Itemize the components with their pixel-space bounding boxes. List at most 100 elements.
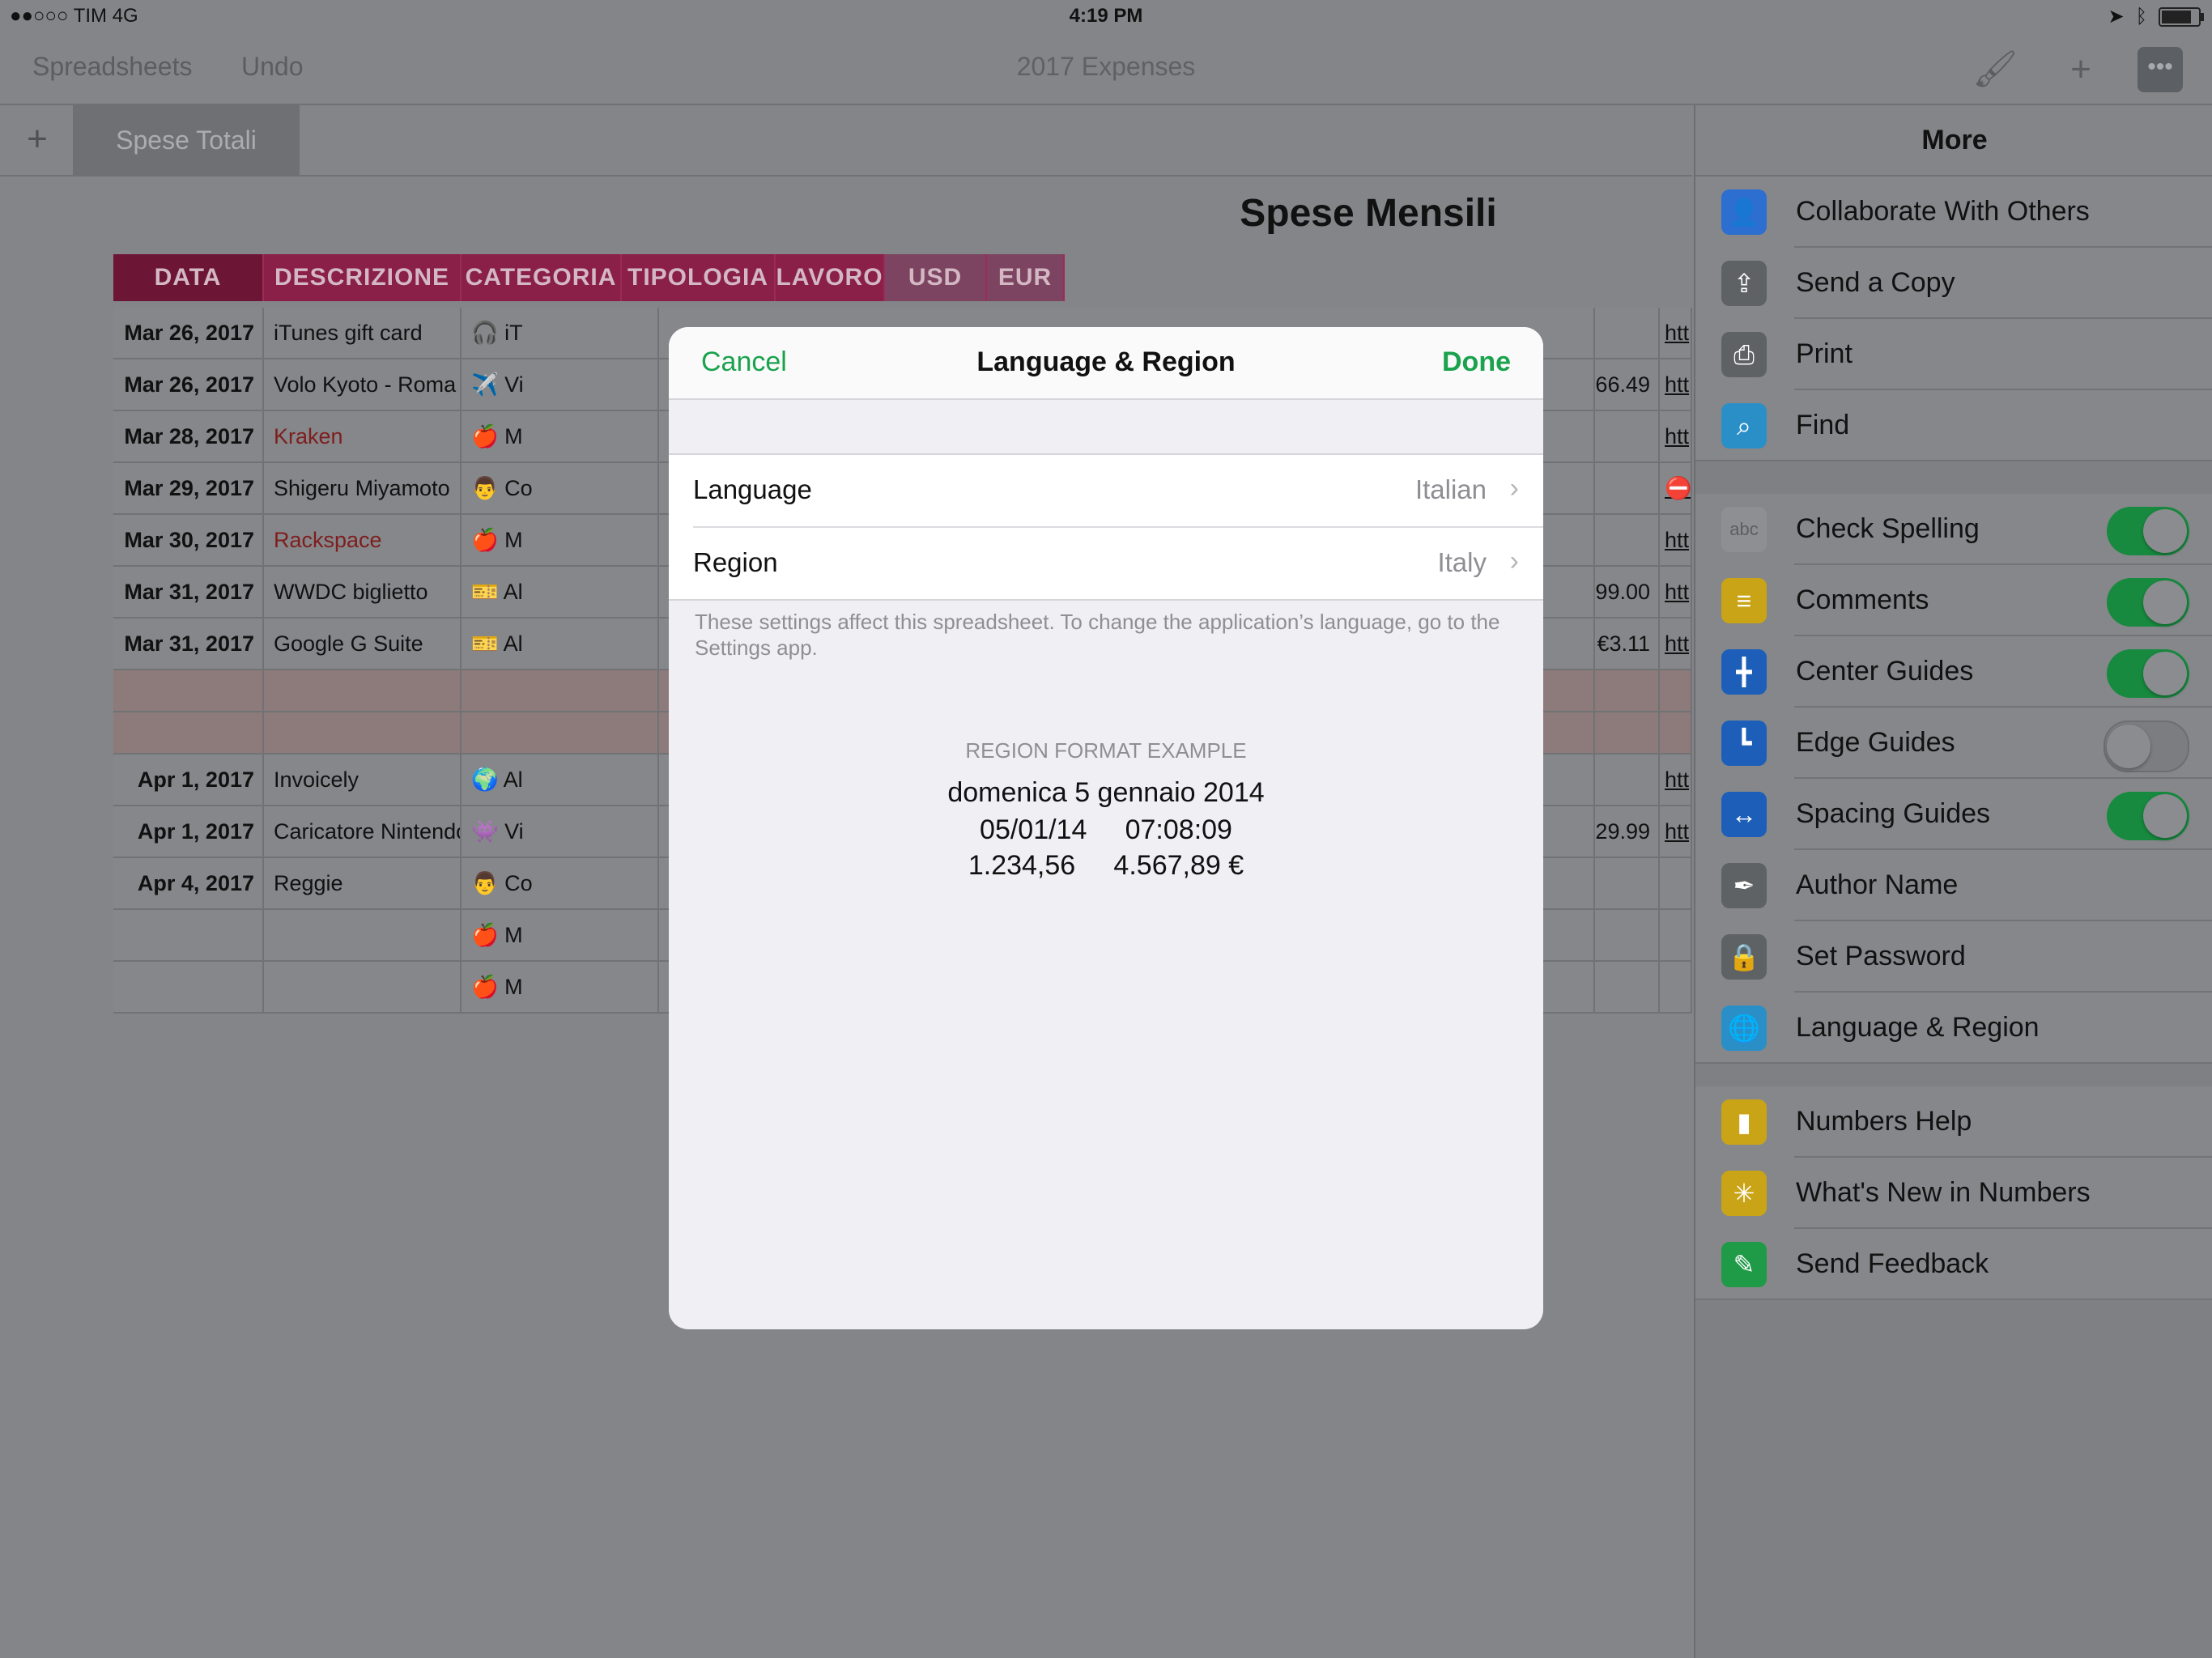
link-cell[interactable]: htt	[1660, 359, 1692, 410]
eur-cell[interactable]	[1595, 910, 1660, 960]
description-cell[interactable]	[264, 910, 462, 960]
more-button[interactable]: •••	[2138, 47, 2183, 92]
description-cell[interactable]: iTunes gift card	[264, 308, 462, 358]
description-cell[interactable]: Shigeru Miyamoto	[264, 463, 462, 513]
menu-item-edge-guides[interactable]: ┗ Edge Guides	[1695, 708, 2212, 779]
category-cell[interactable]: 🎫 Al	[462, 567, 659, 617]
eur-cell[interactable]	[1595, 308, 1660, 358]
date-cell[interactable]	[113, 712, 264, 753]
description-cell[interactable]: Invoicely	[264, 755, 462, 805]
description-cell[interactable]: Reggie	[264, 858, 462, 908]
description-cell[interactable]	[264, 712, 462, 753]
toggle-switch[interactable]	[2107, 649, 2189, 698]
tab-spese-totali[interactable]: Spese Totali	[73, 105, 300, 175]
menu-item-set-password[interactable]: 🔒 Set Password	[1695, 921, 2212, 993]
column-header[interactable]: USD	[885, 254, 987, 301]
category-cell[interactable]: 🍎 M	[462, 515, 659, 565]
category-cell[interactable]: 🎫 Al	[462, 619, 659, 669]
link-cell[interactable]: htt	[1660, 619, 1692, 669]
menu-item-language-region[interactable]: 🌐 Language & Region	[1695, 993, 2212, 1064]
toggle-switch[interactable]	[2107, 507, 2189, 555]
menu-item-center-guides[interactable]: ╋ Center Guides	[1695, 636, 2212, 708]
date-cell[interactable]	[113, 670, 264, 711]
category-cell[interactable]: 🍎 M	[462, 962, 659, 1012]
link-cell[interactable]: htt	[1660, 515, 1692, 565]
category-cell[interactable]: 🍎 M	[462, 411, 659, 461]
date-cell[interactable]: Apr 4, 2017	[113, 858, 264, 908]
eur-cell[interactable]	[1595, 411, 1660, 461]
category-cell[interactable]: 👨 Co	[462, 858, 659, 908]
toggle-switch[interactable]	[2107, 792, 2189, 840]
date-cell[interactable]: Mar 29, 2017	[113, 463, 264, 513]
category-cell[interactable]: 👾 Vi	[462, 806, 659, 857]
add-sheet-button[interactable]: +	[15, 115, 60, 164]
date-cell[interactable]: Mar 31, 2017	[113, 619, 264, 669]
category-cell[interactable]: 🍎 M	[462, 910, 659, 960]
menu-item-spacing-guides[interactable]: ↔ Spacing Guides	[1695, 779, 2212, 850]
done-button[interactable]: Done	[1442, 346, 1511, 378]
column-header[interactable]: DESCRIZIONE	[264, 254, 462, 301]
category-cell[interactable]: 🌍 Al	[462, 755, 659, 805]
description-cell[interactable]: WWDC biglietto	[264, 567, 462, 617]
description-cell[interactable]: Volo Kyoto - Roma	[264, 359, 462, 410]
eur-cell[interactable]	[1595, 670, 1660, 711]
link-cell[interactable]: htt	[1660, 755, 1692, 805]
category-cell[interactable]: ✈️ Vi	[462, 359, 659, 410]
menu-item-print[interactable]: ⎙ Print	[1695, 319, 2212, 390]
date-cell[interactable]: Mar 26, 2017	[113, 359, 264, 410]
link-cell[interactable]	[1660, 670, 1692, 711]
link-cell[interactable]: htt	[1660, 411, 1692, 461]
eur-cell[interactable]: €1499.00	[1595, 567, 1660, 617]
eur-cell[interactable]	[1595, 515, 1660, 565]
date-cell[interactable]: Mar 30, 2017	[113, 515, 264, 565]
toggle-switch[interactable]	[2104, 721, 2189, 772]
description-cell[interactable]	[264, 962, 462, 1012]
link-cell[interactable]	[1660, 712, 1692, 753]
column-header[interactable]: CATEGORIA	[462, 254, 622, 301]
region-row[interactable]: Region Italy ›	[693, 526, 1543, 599]
eur-cell[interactable]	[1595, 962, 1660, 1012]
format-brush-icon[interactable]: 🖌	[1972, 47, 2018, 92]
description-cell[interactable]: Caricatore Nintendo Switch	[264, 806, 462, 857]
menu-item-send-a-copy[interactable]: ⇪ Send a Copy	[1695, 248, 2212, 319]
description-cell[interactable]: Rackspace	[264, 515, 462, 565]
menu-item-comments[interactable]: ≡ Comments	[1695, 565, 2212, 636]
column-header[interactable]: TIPOLOGIA	[622, 254, 776, 301]
link-cell[interactable]	[1660, 910, 1692, 960]
eur-cell[interactable]: €29.99	[1595, 806, 1660, 857]
category-cell[interactable]	[462, 670, 659, 711]
menu-item-what-s-new-in-numbers[interactable]: ✳ What's New in Numbers	[1695, 1158, 2212, 1229]
description-cell[interactable]	[264, 670, 462, 711]
add-icon[interactable]: +	[2058, 47, 2104, 92]
category-cell[interactable]: 🎧 iT	[462, 308, 659, 358]
eur-cell[interactable]: €3.11	[1595, 619, 1660, 669]
link-cell[interactable]: htt	[1660, 308, 1692, 358]
menu-item-author-name[interactable]: ✒ Author Name	[1695, 850, 2212, 921]
date-cell[interactable]: Apr 1, 2017	[113, 755, 264, 805]
link-cell[interactable]	[1660, 962, 1692, 1012]
menu-item-find[interactable]: ⌕ Find	[1695, 390, 2212, 461]
menu-item-numbers-help[interactable]: ▮ Numbers Help	[1695, 1086, 2212, 1158]
column-header[interactable]: EUR	[987, 254, 1065, 301]
eur-cell[interactable]	[1595, 463, 1660, 513]
date-cell[interactable]: Apr 1, 2017	[113, 806, 264, 857]
eur-cell[interactable]	[1595, 712, 1660, 753]
eur-cell[interactable]	[1595, 755, 1660, 805]
language-row[interactable]: Language Italian ›	[669, 455, 1543, 526]
link-cell[interactable]	[1660, 858, 1692, 908]
column-header[interactable]: DATA	[113, 254, 264, 301]
toggle-switch[interactable]	[2107, 578, 2189, 627]
date-cell[interactable]: Mar 26, 2017	[113, 308, 264, 358]
link-cell[interactable]: htt	[1660, 806, 1692, 857]
description-cell[interactable]: Google G Suite	[264, 619, 462, 669]
date-cell[interactable]: Mar 31, 2017	[113, 567, 264, 617]
category-cell[interactable]: 👨 Co	[462, 463, 659, 513]
link-cell[interactable]: htt	[1660, 567, 1692, 617]
column-header[interactable]: LAVORO	[776, 254, 885, 301]
eur-cell[interactable]	[1595, 858, 1660, 908]
eur-cell[interactable]: €766.49	[1595, 359, 1660, 410]
date-cell[interactable]: Mar 28, 2017	[113, 411, 264, 461]
menu-item-collaborate-with-others[interactable]: 👤 Collaborate With Others	[1695, 176, 2212, 248]
link-cell[interactable]: ⛔	[1660, 463, 1692, 513]
category-cell[interactable]	[462, 712, 659, 753]
